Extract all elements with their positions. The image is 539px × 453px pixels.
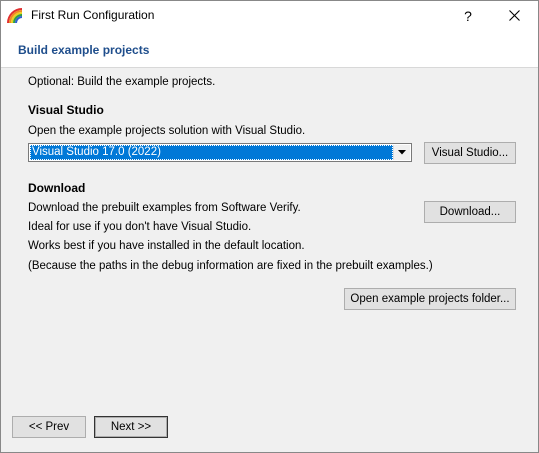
content-area: Optional: Build the example projects. Vi… (1, 68, 538, 452)
next-button[interactable]: Next >> (94, 416, 168, 438)
intro-text: Optional: Build the example projects. (28, 76, 216, 88)
dialog-window: First Run Configuration ? Build example … (0, 0, 539, 453)
open-example-folder-button[interactable]: Open example projects folder... (344, 288, 516, 310)
visual-studio-heading: Visual Studio (28, 103, 104, 117)
help-button[interactable]: ? (445, 1, 491, 30)
visual-studio-select[interactable]: Visual Studio 17.0 (2022) (28, 143, 412, 162)
dropdown-arrow-button[interactable] (393, 145, 410, 160)
page-heading: Build example projects (18, 43, 150, 57)
visual-studio-button[interactable]: Visual Studio... (424, 142, 516, 164)
visual-studio-selected-value: Visual Studio 17.0 (2022) (30, 145, 393, 160)
rainbow-app-icon (7, 8, 23, 24)
download-line: (Because the paths in the debug informat… (28, 260, 433, 272)
download-line: Download the prebuilt examples from Soft… (28, 202, 301, 214)
title-bar[interactable]: First Run Configuration ? (1, 1, 538, 31)
download-line: Ideal for use if you don't have Visual S… (28, 221, 252, 233)
chevron-down-icon (398, 150, 406, 155)
download-heading: Download (28, 181, 86, 195)
header-panel: Build example projects (1, 31, 538, 68)
visual-studio-description: Open the example projects solution with … (28, 125, 306, 137)
close-icon (508, 10, 520, 21)
download-line: Works best if you have installed in the … (28, 240, 305, 252)
window-title: First Run Configuration (31, 8, 155, 22)
prev-button[interactable]: << Prev (12, 416, 86, 438)
download-button[interactable]: Download... (424, 201, 516, 223)
close-button[interactable] (491, 1, 537, 30)
